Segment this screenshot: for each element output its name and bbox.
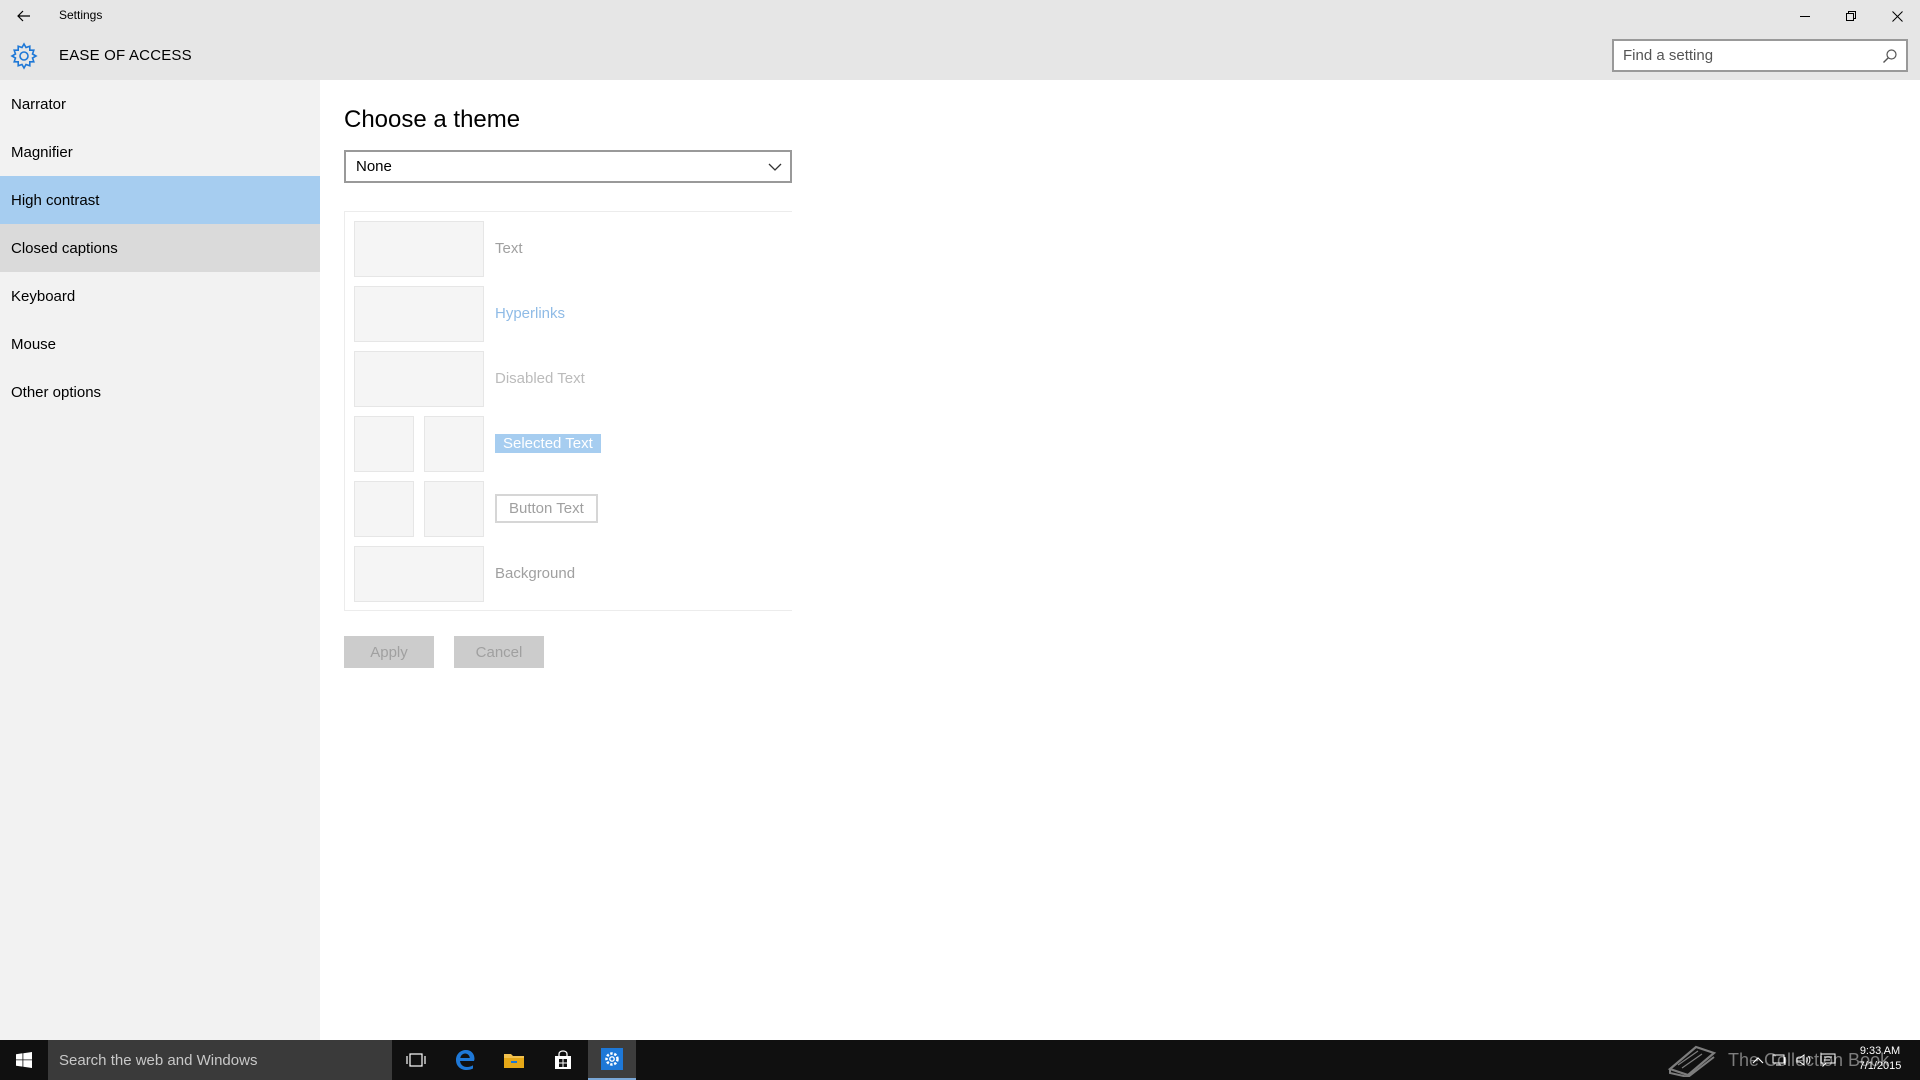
main-content: Choose a theme None Text Hyperlinks Disa… [320, 80, 1920, 1040]
disabled-text-color-swatch[interactable] [354, 351, 484, 407]
clock-date: 7/1/2015 [1858, 1060, 1902, 1072]
sidebar-item-mouse[interactable]: Mouse [0, 320, 320, 368]
page-header: EASE OF ACCESS [0, 32, 1920, 80]
find-setting-search[interactable] [1612, 39, 1908, 72]
chevron-down-icon [768, 163, 782, 171]
taskbar-clock[interactable]: 9:33 AM 7/1/2015 [1848, 1044, 1912, 1074]
sidebar-item-other-options[interactable]: Other options [0, 368, 320, 416]
theme-preview-panel: Text Hyperlinks Disabled Text Selected T… [344, 211, 792, 611]
sidebar-item-closed-captions[interactable]: Closed captions [0, 224, 320, 272]
book-logo-icon [1667, 1045, 1717, 1077]
start-button[interactable] [0, 1040, 48, 1080]
gear-icon [601, 1048, 623, 1070]
selected-text-fg-swatch[interactable] [354, 416, 414, 472]
minimize-button[interactable] [1782, 0, 1828, 32]
cancel-button[interactable]: Cancel [454, 636, 544, 668]
taskbar: Search the web and Windows The Collectio… [0, 1040, 1920, 1080]
page-title: Choose a theme [344, 106, 521, 133]
network-icon[interactable] [1772, 1053, 1788, 1067]
sidebar-item-label: Magnifier [11, 143, 73, 161]
minimize-icon [1800, 16, 1810, 17]
sidebar-item-keyboard[interactable]: Keyboard [0, 272, 320, 320]
sidebar-item-narrator[interactable]: Narrator [0, 80, 320, 128]
sidebar-item-label: Other options [11, 383, 102, 401]
volume-icon[interactable] [1796, 1053, 1812, 1067]
restore-button[interactable] [1828, 0, 1874, 32]
store-button[interactable] [539, 1040, 587, 1080]
sidebar-item-label: Closed captions [11, 239, 118, 257]
close-button[interactable] [1874, 0, 1920, 32]
file-explorer-button[interactable] [490, 1040, 538, 1080]
preview-selected-text-label: Selected Text [495, 434, 601, 453]
preview-background-label: Background [495, 565, 576, 582]
button-text-fg-swatch[interactable] [354, 481, 414, 537]
theme-dropdown[interactable]: None [344, 150, 792, 183]
section-title: EASE OF ACCESS [59, 47, 192, 64]
clock-time: 9:33 AM [1859, 1045, 1901, 1057]
window-title: Settings [59, 8, 103, 22]
theme-dropdown-value: None [356, 158, 392, 175]
sidebar: Narrator Magnifier High contrast Closed … [0, 80, 320, 1040]
preview-text-label: Text [495, 240, 523, 257]
windows-logo-icon [16, 1052, 32, 1068]
background-color-swatch[interactable] [354, 546, 484, 602]
sidebar-item-label: Narrator [11, 95, 67, 113]
edge-browser-button[interactable] [441, 1040, 489, 1080]
search-input[interactable] [1614, 41, 1864, 70]
title-bar: Settings [0, 0, 1920, 32]
selected-text-bg-swatch[interactable] [424, 416, 484, 472]
hyperlink-color-swatch[interactable] [354, 286, 484, 342]
search-icon[interactable] [1882, 48, 1898, 64]
action-center-icon[interactable] [1820, 1053, 1836, 1067]
preview-button-text-label: Button Text [495, 494, 598, 523]
folder-icon [504, 1054, 524, 1068]
edge-icon [456, 1050, 475, 1070]
task-view-button[interactable] [392, 1040, 440, 1080]
preview-disabled-text-label: Disabled Text [495, 370, 585, 387]
button-text-bg-swatch[interactable] [424, 481, 484, 537]
sidebar-item-magnifier[interactable]: Magnifier [0, 128, 320, 176]
system-tray [1752, 1040, 1836, 1080]
sidebar-item-label: Keyboard [11, 287, 76, 305]
sidebar-item-high-contrast[interactable]: High contrast [0, 176, 320, 224]
store-bag-icon [555, 1050, 571, 1069]
restore-icon [1846, 11, 1856, 21]
sidebar-item-label: High contrast [11, 191, 100, 209]
chevron-up-icon[interactable] [1752, 1055, 1764, 1065]
preview-hyperlinks-label: Hyperlinks [495, 305, 566, 322]
gear-icon [10, 42, 38, 70]
taskbar-search-box[interactable]: Search the web and Windows [48, 1040, 392, 1080]
sidebar-item-label: Mouse [11, 335, 57, 353]
apply-button[interactable]: Apply [344, 636, 434, 668]
task-view-icon [406, 1053, 426, 1067]
back-button[interactable] [8, 1, 40, 31]
close-icon [1891, 10, 1903, 22]
back-arrow-icon [17, 10, 30, 22]
taskbar-search-placeholder: Search the web and Windows [59, 1051, 258, 1069]
settings-taskbar-button[interactable] [588, 1040, 636, 1080]
text-color-swatch[interactable] [354, 221, 484, 277]
